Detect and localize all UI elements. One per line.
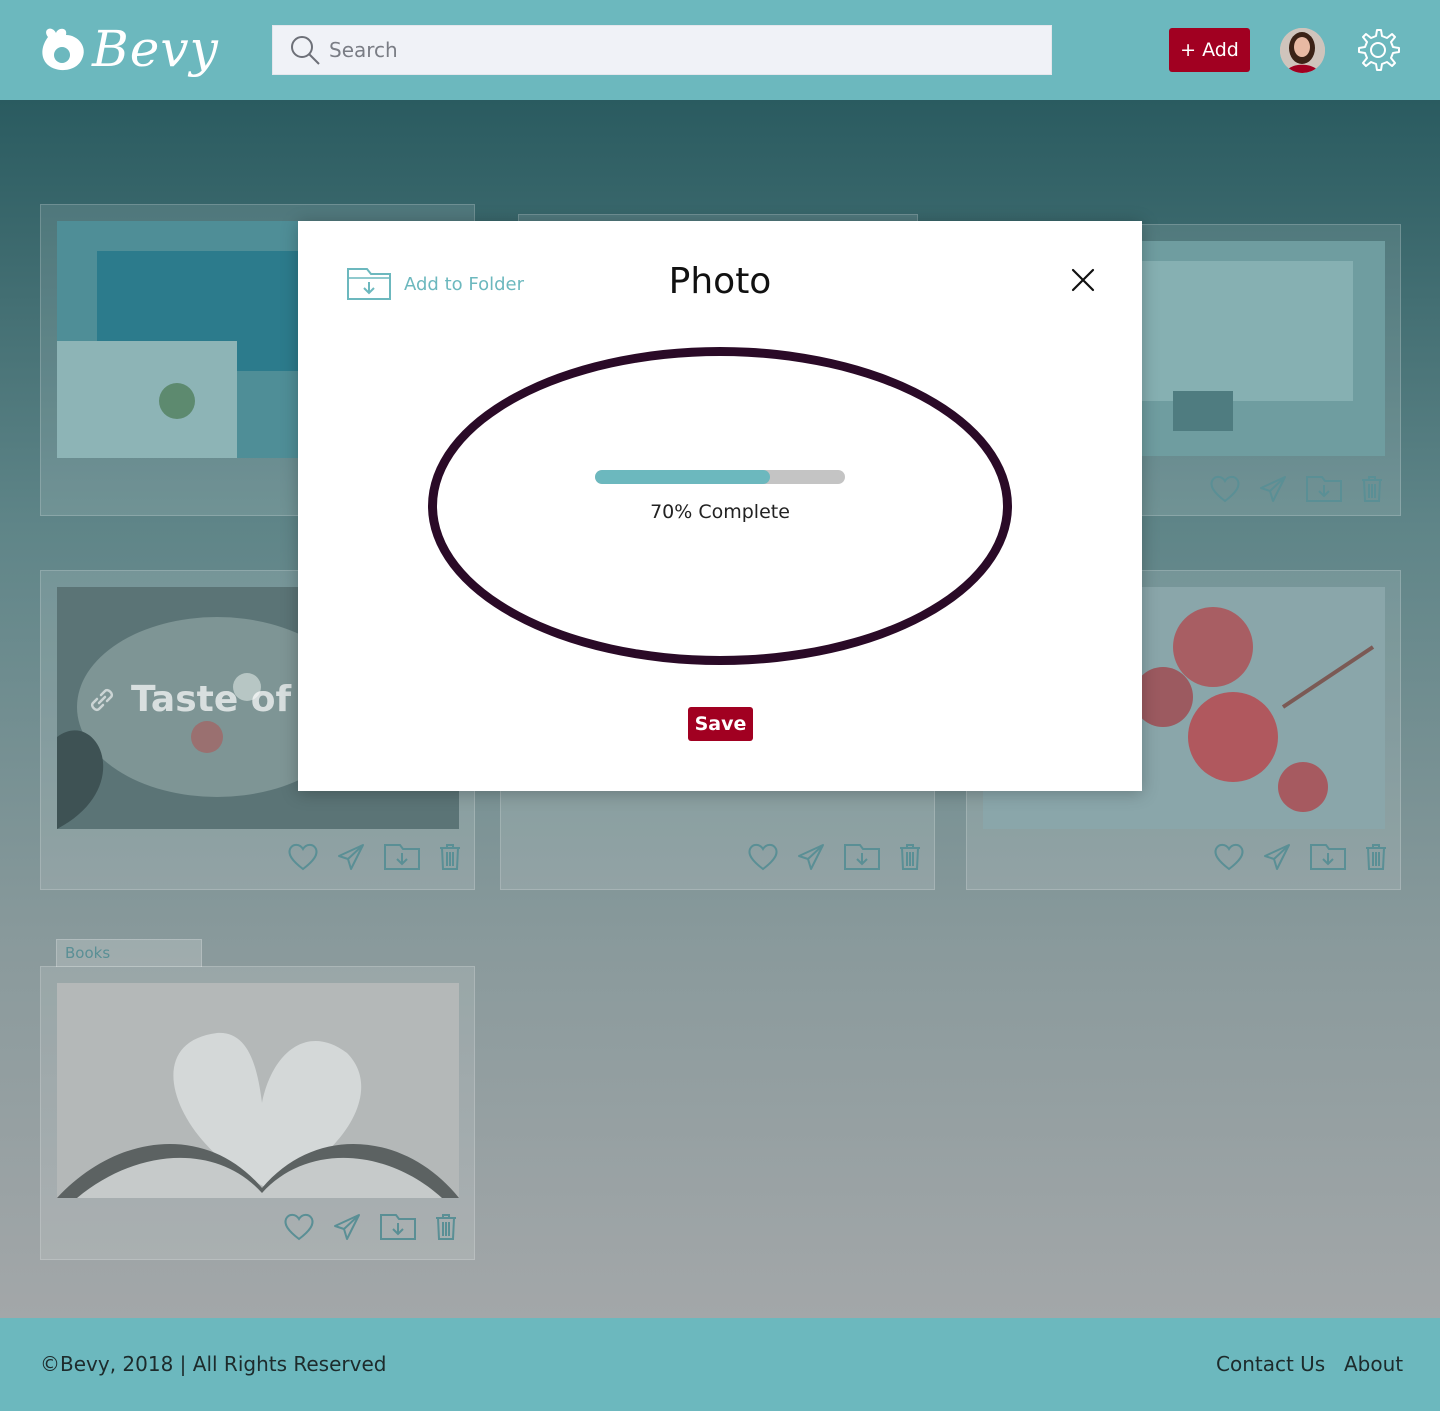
trash-icon[interactable] xyxy=(899,843,921,871)
trash-icon[interactable] xyxy=(435,1213,457,1241)
board-card[interactable] xyxy=(40,966,475,1260)
heart-icon[interactable] xyxy=(283,1213,315,1241)
card-actions xyxy=(747,843,921,871)
bevy-logo[interactable]: Bevy xyxy=(38,14,219,84)
upload-progress-fill xyxy=(595,470,770,484)
card-actions xyxy=(287,843,461,871)
upload-progress-label: 70% Complete xyxy=(650,501,790,523)
folder-download-icon[interactable] xyxy=(383,843,421,871)
heart-icon[interactable] xyxy=(1209,475,1241,503)
top-header: Bevy + Add xyxy=(0,0,1440,100)
search-icon xyxy=(291,36,320,65)
user-avatar[interactable] xyxy=(1280,28,1325,73)
trash-icon[interactable] xyxy=(439,843,461,871)
trash-icon[interactable] xyxy=(1361,475,1383,503)
send-icon[interactable] xyxy=(797,843,825,871)
modal-title: Photo xyxy=(668,261,772,302)
folder-download-icon[interactable] xyxy=(843,843,881,871)
heart-icon[interactable] xyxy=(747,843,779,871)
link-icon xyxy=(91,689,113,711)
card-actions xyxy=(1209,475,1383,503)
close-icon[interactable] xyxy=(1068,265,1098,295)
folder-tab-books[interactable]: Books xyxy=(56,939,202,967)
photo-upload-modal: Add to Folder Photo 70% Complete Save xyxy=(298,221,1142,791)
send-icon[interactable] xyxy=(1263,843,1291,871)
upload-progress-bar xyxy=(595,470,845,484)
send-icon[interactable] xyxy=(1259,475,1287,503)
page-footer: ©Bevy, 2018 | All Rights Reserved Contac… xyxy=(0,1318,1440,1411)
search-input[interactable] xyxy=(329,38,1009,62)
search-bar[interactable] xyxy=(272,25,1052,75)
send-icon[interactable] xyxy=(333,1213,361,1241)
trash-icon[interactable] xyxy=(1365,843,1387,871)
bevy-logo-icon xyxy=(42,28,84,71)
contact-us-link[interactable]: Contact Us xyxy=(1216,1352,1325,1376)
card-actions xyxy=(1213,843,1387,871)
save-button[interactable]: Save xyxy=(688,707,753,741)
add-button[interactable]: + Add xyxy=(1169,28,1250,72)
copyright-text: ©Bevy, 2018 | All Rights Reserved xyxy=(40,1352,387,1376)
send-icon[interactable] xyxy=(337,843,365,871)
settings-gear-icon[interactable] xyxy=(1353,26,1401,74)
logo-text: Bevy xyxy=(92,20,219,78)
avatar-image xyxy=(1280,28,1325,73)
folder-download-icon[interactable] xyxy=(379,1213,417,1241)
heart-icon[interactable] xyxy=(287,843,319,871)
folder-download-icon[interactable] xyxy=(1309,843,1347,871)
heart-icon[interactable] xyxy=(1213,843,1245,871)
card-actions xyxy=(283,1213,457,1241)
card-image xyxy=(57,983,459,1198)
folder-download-icon[interactable] xyxy=(1305,475,1343,503)
about-link[interactable]: About xyxy=(1344,1352,1403,1376)
